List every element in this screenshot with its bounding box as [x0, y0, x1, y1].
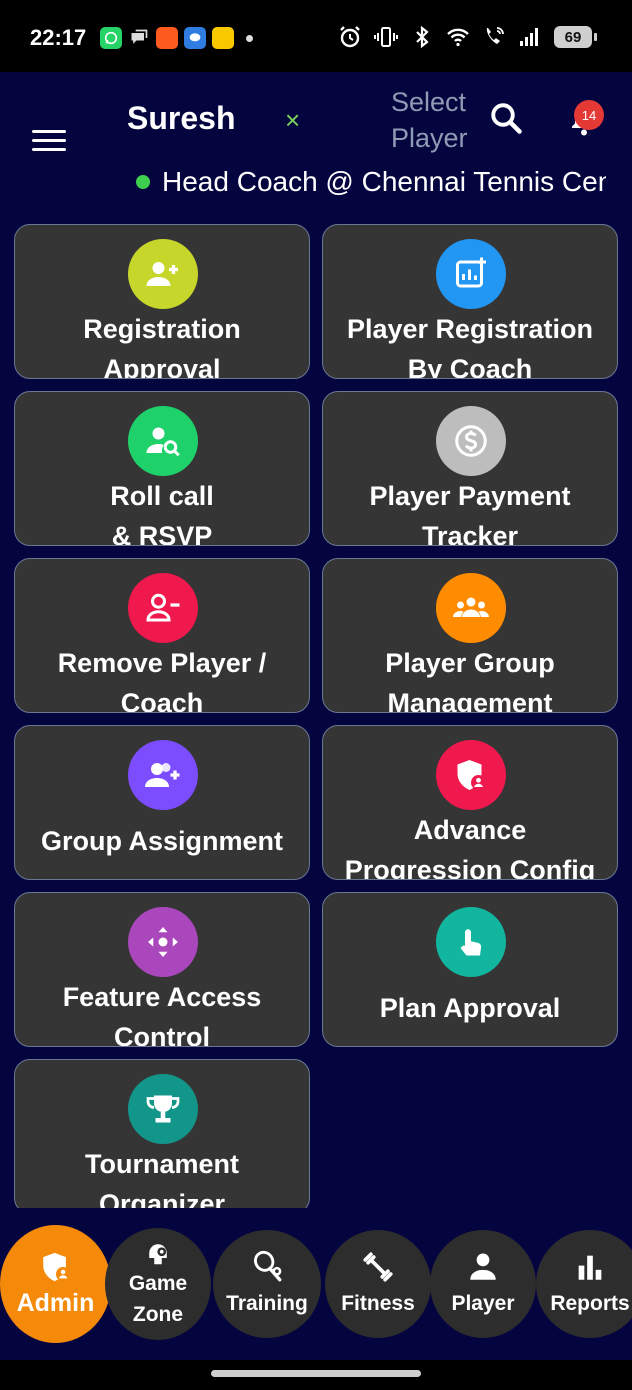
- tile-tournament-organizer[interactable]: Tournament Organizer: [14, 1059, 310, 1208]
- rapido-icon: [212, 27, 234, 49]
- tile-remove-player-coach[interactable]: Remove Player / Coach: [14, 558, 310, 713]
- tile-label: Group Assignment: [40, 826, 283, 856]
- admin-feature-grid: Registration Approval Player Registratio…: [0, 224, 632, 1208]
- swiggy-icon: [156, 27, 178, 49]
- nav-player[interactable]: Player: [430, 1230, 536, 1338]
- tile-registration-approval[interactable]: Registration Approval: [14, 224, 310, 379]
- nav-reports[interactable]: Reports: [536, 1230, 632, 1338]
- tile-label: Advance Progression Config: [344, 815, 596, 880]
- tile-label: Remove Player / Coach: [57, 648, 267, 713]
- tile-advance-progression-config[interactable]: Advance Progression Config: [322, 725, 618, 880]
- clear-selection-button[interactable]: ×: [285, 105, 309, 135]
- chat-icon: [128, 27, 150, 49]
- dumbbell-icon: [363, 1251, 393, 1282]
- app-header: Suresh × Select Player 14 Head Coach @ C…: [0, 72, 632, 220]
- status-app-icons: [100, 27, 253, 49]
- tile-player-registration-by-coach[interactable]: Player Registration By Coach: [322, 224, 618, 379]
- tile-label: Player Registration By Coach: [346, 314, 594, 379]
- nav-game-zone[interactable]: Game Zone: [105, 1228, 211, 1340]
- admin-shield-icon: [436, 740, 506, 810]
- battery-indicator: 69: [554, 26, 597, 48]
- user-role-line: Head Coach @ Chennai Tennis Center: [136, 162, 606, 202]
- nav-label: Player: [451, 1291, 515, 1315]
- tile-plan-approval[interactable]: Plan Approval: [322, 892, 618, 1047]
- bluetooth-icon: [416, 25, 429, 49]
- notification-count-badge: 14: [574, 100, 604, 130]
- alarm-icon: [340, 26, 360, 48]
- wifi-icon: [447, 28, 469, 47]
- tile-roll-call-rsvp[interactable]: Roll call & RSVP: [14, 391, 310, 546]
- tile-label: Feature Access Control: [62, 982, 262, 1047]
- tile-label: Player Group Management: [385, 648, 555, 713]
- messages-icon: [184, 27, 206, 49]
- move-arrows-icon: [128, 907, 198, 977]
- bar-chart-icon: [578, 1255, 602, 1280]
- more-notifications-dot: [246, 34, 253, 42]
- status-system-icons: 69: [338, 24, 597, 50]
- group-icon: [436, 573, 506, 643]
- nav-label: Reports: [550, 1291, 630, 1315]
- user-name[interactable]: Suresh: [127, 100, 235, 137]
- touch-icon: [436, 907, 506, 977]
- search-icon[interactable]: [488, 100, 524, 136]
- system-navigation-bar: [0, 1360, 632, 1390]
- nav-label: Game Zone: [128, 1272, 188, 1326]
- person-add-icon: [128, 239, 198, 309]
- game-zone-icon: [149, 1244, 167, 1265]
- trophy-icon: [128, 1074, 198, 1144]
- signal-icon: [520, 28, 538, 46]
- tile-label: Player Payment Tracker: [369, 481, 571, 546]
- vibrate-icon: [374, 27, 398, 47]
- tile-group-assignment[interactable]: Group Assignment: [14, 725, 310, 880]
- person-remove-icon: [128, 573, 198, 643]
- tile-label: Tournament Organizer: [85, 1149, 239, 1208]
- tile-player-payment-tracker[interactable]: Player Payment Tracker: [322, 391, 618, 546]
- admin-shield-icon: [42, 1252, 70, 1281]
- person-search-icon: [128, 406, 198, 476]
- hamburger-menu-icon[interactable]: [32, 130, 66, 152]
- user-role-text: Head Coach @ Chennai Tennis Center: [162, 166, 606, 197]
- tennis-racket-icon: [254, 1250, 282, 1281]
- dollar-icon: [436, 406, 506, 476]
- tile-player-group-management[interactable]: Player Group Management: [322, 558, 618, 713]
- nav-label: Admin: [16, 1288, 95, 1317]
- status-time: 22:17: [30, 25, 87, 50]
- nav-admin[interactable]: Admin: [0, 1225, 111, 1343]
- nav-training[interactable]: Training: [213, 1230, 321, 1338]
- app-screen: Suresh × Select Player 14 Head Coach @ C…: [0, 72, 632, 1360]
- tile-feature-access-control[interactable]: Feature Access Control: [14, 892, 310, 1047]
- tile-label: Roll call & RSVP: [110, 481, 214, 546]
- home-gesture-bar[interactable]: [211, 1370, 421, 1377]
- wifi-calling-icon: [486, 27, 504, 44]
- nav-fitness[interactable]: Fitness: [325, 1230, 431, 1338]
- tile-label: Plan Approval: [379, 993, 561, 1023]
- nav-label: Fitness: [341, 1291, 415, 1315]
- whatsapp-icon: [100, 27, 122, 49]
- chart-add-icon: [436, 239, 506, 309]
- online-status-dot: [136, 175, 150, 189]
- tile-label: Registration Approval: [83, 314, 241, 379]
- person-icon: [470, 1253, 496, 1280]
- group-add-icon: [128, 740, 198, 810]
- status-bar: 22:17 69: [0, 0, 632, 72]
- bottom-navigation: Admin Game Zone Training Fitness Player …: [0, 1208, 632, 1360]
- nav-label: Training: [226, 1291, 308, 1315]
- select-player-button[interactable]: Select Player: [391, 84, 483, 156]
